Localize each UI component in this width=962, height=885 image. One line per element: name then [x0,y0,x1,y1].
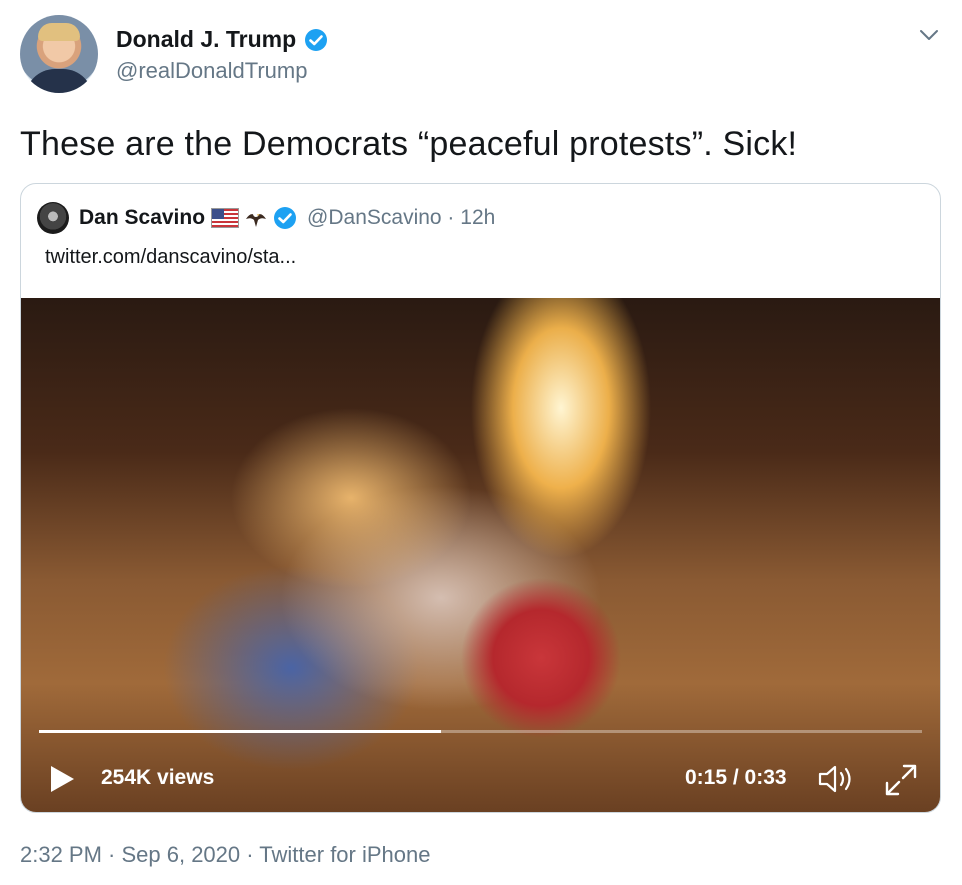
volume-icon[interactable] [817,762,859,796]
quoted-author-avatar[interactable] [37,202,69,234]
quoted-tweet-header: Dan Scavino @DanScavino · 12h [37,202,495,234]
us-flag-icon [211,208,240,228]
tweet-author-avatar[interactable] [20,15,98,93]
author-name-text: Donald J. Trump [116,26,297,52]
avatar-hair [38,23,80,41]
video-progress-bar[interactable] [39,730,922,733]
quoted-author-handle-time: @DanScavino · 12h [307,206,496,229]
quoted-tweet-card[interactable]: Dan Scavino @DanScavino · 12h twitter.co… [20,183,941,813]
fullscreen-icon[interactable] [883,762,919,798]
tweet-text: These are the Democrats “peaceful protes… [20,125,798,163]
eagle-icon [246,211,267,227]
tweet-timestamp-source[interactable]: 2:32 PM · Sep 6, 2020 · Twitter for iPho… [20,842,430,868]
chevron-down-icon[interactable] [918,26,940,44]
tweet-author-handle[interactable]: @realDonaldTrump [116,58,307,84]
quoted-author-name[interactable]: Dan Scavino [79,206,205,230]
verified-badge-icon [274,207,297,229]
quoted-tweet-link[interactable]: twitter.com/danscavino/sta... [45,246,296,269]
avatar-suit [25,69,93,93]
video-player[interactable]: 254K views 0:15 / 0:33 [21,298,940,812]
tweet-author-name[interactable]: Donald J. Trump [116,26,328,53]
video-time: 0:15 / 0:33 [685,766,787,789]
video-view-count: 254K views [101,766,215,789]
play-icon[interactable] [47,764,77,794]
video-progress-fill [39,730,441,733]
verified-badge-icon [305,28,328,51]
